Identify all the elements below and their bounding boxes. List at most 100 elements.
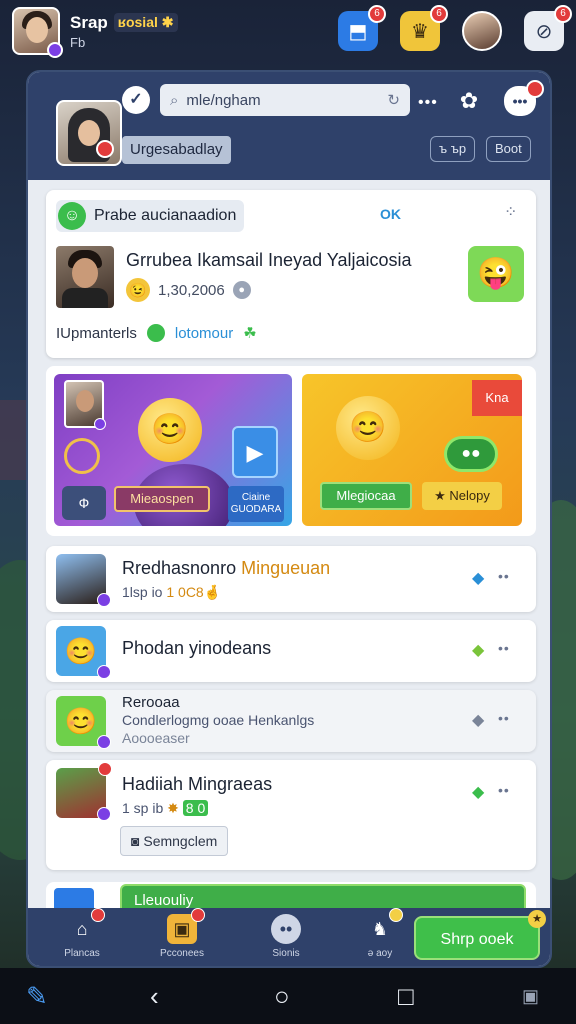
nav-item-animal[interactable]: ♞ ǝ aoy (350, 908, 410, 959)
item-subtitle: Condlerlogmg ooae Henkanlgs (122, 712, 315, 728)
crown-icon[interactable]: ♛ 6 (400, 5, 448, 51)
chat-icon[interactable]: ••• (504, 80, 544, 116)
emoji-sticker-icon[interactable]: 😜 (468, 246, 524, 302)
content-scroll[interactable]: ☺ Prabe aucianaadion OK ⁘ Grrubea Ikamsa… (46, 190, 536, 922)
profile-photo[interactable] (56, 100, 122, 166)
footer-link[interactable]: lotomour (175, 325, 233, 342)
expand-icon[interactable]: ⁘ (504, 202, 517, 222)
refresh-icon[interactable]: ↻ (387, 91, 400, 109)
promo-button-left[interactable]: Mieaospen (114, 486, 210, 512)
sun-icon: 😊 (336, 396, 400, 460)
nav-label: Pcconees (160, 948, 204, 959)
more-icon[interactable]: •• (498, 710, 510, 726)
more-icon[interactable]: •• (498, 568, 510, 584)
search-icon: ⌕ (170, 91, 179, 109)
more-icon[interactable]: •• (498, 782, 510, 798)
filter-chip[interactable]: Urgesabadlay (122, 136, 231, 164)
item-thumbnail: 😊 (56, 696, 111, 749)
group-icon[interactable]: ✿ (454, 86, 484, 116)
more-icon[interactable]: •• (498, 640, 510, 656)
card-footer: IUpmanterls lotomour ☘ (56, 324, 257, 342)
nav-item-home[interactable]: ⌂ Plancas (52, 908, 112, 959)
smile-icon: ☺ (58, 202, 86, 230)
record-badge (96, 140, 114, 158)
nav-label: Sionis (272, 948, 300, 959)
pill-icon: ●● (444, 436, 498, 472)
sun-icon: 😊 (138, 398, 202, 462)
lock-icon: ● (232, 281, 251, 299)
leaf-icon: ☘ (243, 325, 257, 342)
wink-icon: 😉 (126, 278, 150, 302)
app-icon[interactable]: ⬒ 6 (338, 5, 386, 51)
more-icon[interactable]: ••• (418, 94, 438, 112)
pen-icon[interactable]: ✎ (26, 981, 48, 1012)
main-panel: ✓ ⌕ mle/ngham ↻ ••• ✿ ••• Urgesabadlay ъ… (26, 70, 552, 968)
promo-left[interactable]: 😊 ▶ Ф Mieaospen Ciaine GUODARA (54, 374, 292, 526)
leaf-icon[interactable]: ◆ (472, 640, 484, 660)
meta-row: 😉 1,30,2006 ● (126, 278, 251, 302)
notification-badge: 6 (368, 5, 386, 23)
bag-icon: ▣ (167, 908, 205, 944)
pin-icon[interactable]: ◆ (472, 710, 484, 730)
bottom-nav: ⌂ Plancas ▣ Pcconees •• Sionis ♞ ǝ aoy S… (28, 908, 550, 966)
home-circle-icon[interactable]: ○ (274, 981, 290, 1012)
notification-badge: 6 (430, 5, 448, 23)
feature-card[interactable]: ☺ Prabe aucianaadion OK ⁘ Grrubea Ikamsa… (46, 190, 536, 358)
shop-button[interactable]: Shrp ooek ★ (414, 910, 546, 960)
play-icon[interactable]: ▶ (232, 426, 278, 478)
nav-label: ǝ aoy (367, 948, 393, 959)
brand-tag: ʁosial ✱ (113, 13, 178, 32)
item-title: Rerooaa (122, 694, 180, 711)
nav-item-shop[interactable]: ▣ Pcconees (152, 908, 212, 959)
promo-right[interactable]: Kna 😊 ●● Mlegiocaa ★ Nelopy (302, 374, 522, 526)
toggle-control[interactable]: ъ ъp (430, 136, 476, 162)
card-header: ☺ Prabe aucianaadion (56, 200, 245, 232)
nav-item-ghost[interactable]: •• Sionis (256, 914, 316, 959)
system-nav-bar: ✎ ‹ ○ □ ▣ (0, 968, 576, 1024)
promo-icon-button[interactable]: Ф (62, 486, 106, 520)
footer-label: IUpmanterls (56, 324, 137, 342)
promo-ribbon: Kna (472, 380, 522, 416)
compass-icon[interactable]: ⊘ 6 (524, 5, 572, 51)
brand-block: Srap ʁosial ✱ Fb (70, 13, 178, 50)
promo-button-green[interactable]: Mlegiocaa (320, 482, 412, 510)
card-title: Prabe aucianaadion (94, 207, 237, 224)
item-thumbnail (56, 554, 111, 607)
star-icon: ★ (528, 910, 546, 928)
promo-avatar (64, 380, 106, 430)
brand-subtitle: Fb (70, 34, 86, 50)
item-subtitle: 1 sp ib ✸ 8 0 (122, 800, 209, 817)
animal-icon: ♞ (365, 908, 403, 944)
notification-badge (526, 80, 544, 98)
amount-value: 1,30,2006 (158, 281, 225, 299)
recents-icon[interactable]: □ (398, 981, 414, 1012)
search-input[interactable]: mle/ngham (186, 92, 379, 109)
profile-avatar[interactable] (462, 11, 502, 51)
list-item[interactable]: 😊 Rerooaa Condlerlogmg ooae Henkanlgs Ao… (46, 690, 536, 752)
search-bar[interactable]: ⌕ mle/ngham ↻ (160, 84, 410, 116)
item-thumbnail: 😊 (56, 626, 111, 679)
item-tag[interactable]: ◙ Semngclem (120, 826, 229, 856)
list-item[interactable]: Hadiiah Mingraeas 1 sp ib ✸ 8 0 ◙ Semngc… (46, 760, 536, 870)
home-icon: ⌂ (67, 908, 105, 944)
list-item[interactable]: 😊 Phodan yinodeans ◆ •• (46, 620, 536, 682)
back-icon[interactable]: ‹ (150, 981, 159, 1012)
item-thumbnail (56, 762, 112, 821)
panel-header: ✓ ⌕ mle/ngham ↻ ••• ✿ ••• Urgesabadlay ъ… (28, 72, 550, 180)
keyboard-icon[interactable]: ▣ (522, 986, 539, 1007)
notification-badge: 6 (554, 5, 572, 23)
top-icons: ⬒ 6 ♛ 6 ⊘ 6 (338, 5, 572, 51)
item-caption: Aoooeaser (122, 730, 190, 746)
promo-banner: 😊 ▶ Ф Mieaospen Ciaine GUODARA Kna 😊 ●● … (46, 366, 536, 536)
check-icon[interactable]: ✓ (122, 86, 150, 114)
leaf-icon[interactable]: ◆ (472, 782, 484, 802)
ghost-icon: •• (271, 914, 301, 944)
promo-button-blue[interactable]: Ciaine GUODARA (228, 486, 284, 522)
item-title: Rredhasnonro Mingueuan (122, 558, 331, 578)
pin-icon[interactable]: ◆ (472, 568, 484, 588)
boot-button[interactable]: Boot (486, 136, 531, 162)
top-bar: Srap ʁosial ✱ Fb ⬒ 6 ♛ 6 ⊘ 6 (0, 0, 576, 62)
promo-button-yellow[interactable]: ★ Nelopy (422, 482, 502, 510)
user-avatar[interactable] (12, 7, 63, 58)
list-item[interactable]: Rredhasnonro Mingueuan 1lsp io 1 0C8🤞 ◆ … (46, 546, 536, 612)
